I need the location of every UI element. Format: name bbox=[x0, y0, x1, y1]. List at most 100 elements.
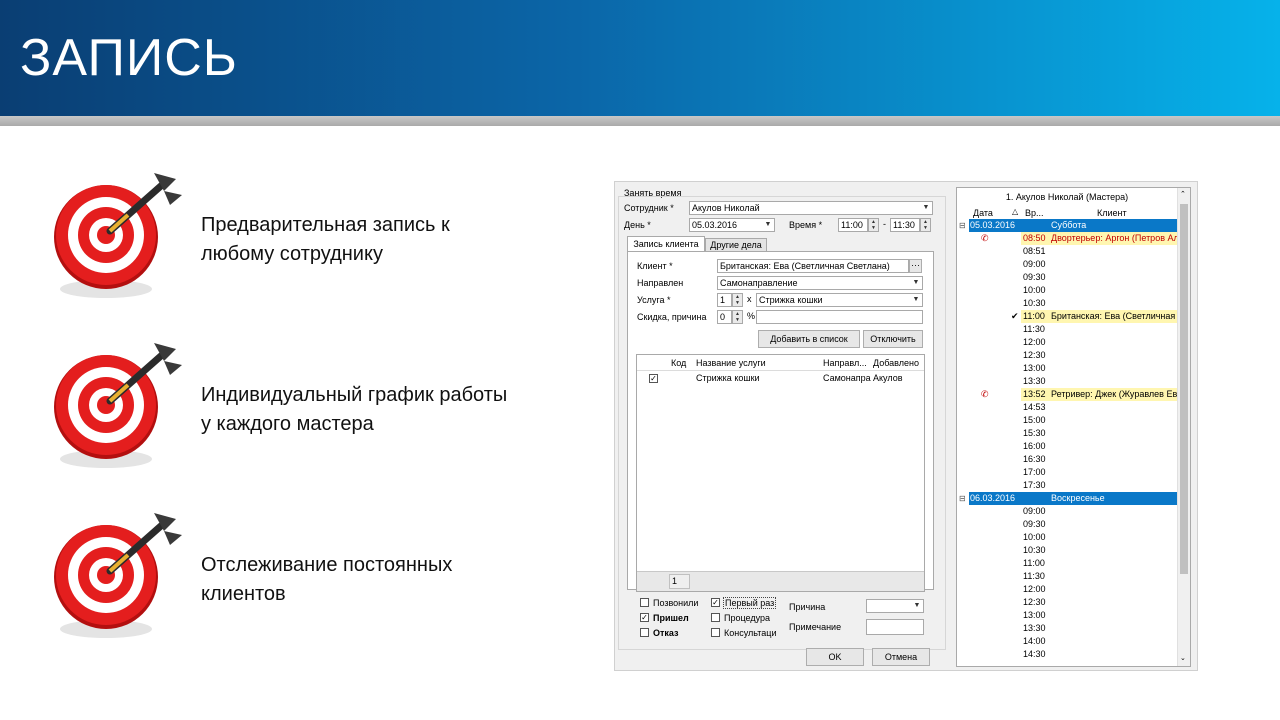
schedule-row[interactable]: 17:30 bbox=[957, 479, 1179, 492]
scrollbar-thumb[interactable] bbox=[1180, 204, 1188, 574]
schedule-row[interactable]: 14:53 bbox=[957, 401, 1179, 414]
direction-select[interactable]: Самонаправление ▼ bbox=[717, 276, 923, 290]
chevron-down-icon: ▼ bbox=[913, 602, 921, 609]
chevron-down-icon: ▼ bbox=[912, 296, 920, 303]
schedule-row[interactable]: 10:30 bbox=[957, 297, 1179, 310]
disable-button[interactable]: Отключить bbox=[863, 330, 923, 348]
schedule-row[interactable]: 16:00 bbox=[957, 440, 1179, 453]
chevron-down-icon: ▼ bbox=[764, 221, 772, 228]
slot-time: 11:00 bbox=[1023, 558, 1045, 568]
day-picker[interactable]: 05.03.2016 ▼ bbox=[689, 218, 775, 232]
ok-button[interactable]: OK bbox=[806, 648, 864, 666]
schedule-row[interactable]: 14:00 bbox=[957, 635, 1179, 648]
header-strip bbox=[0, 116, 1280, 126]
schedule-row[interactable]: 09:30 bbox=[957, 271, 1179, 284]
schedule-row[interactable]: 11:30 bbox=[957, 570, 1179, 583]
time-from-input[interactable]: 11:00 bbox=[838, 218, 868, 232]
service-qty-input[interactable]: 1 bbox=[717, 293, 732, 307]
discount-input[interactable]: 0 bbox=[717, 310, 732, 324]
day-label: День * bbox=[624, 220, 651, 230]
client-field[interactable]: Британская: Ева (Светличная Светлана) bbox=[717, 259, 909, 273]
schedule-row[interactable]: 13:30 bbox=[957, 622, 1179, 635]
service-select[interactable]: Стрижка кошки ▼ bbox=[756, 293, 923, 307]
schedule-row[interactable]: 09:30 bbox=[957, 518, 1179, 531]
collapse-icon[interactable]: ⊟ bbox=[959, 492, 966, 505]
time-to-input[interactable]: 11:30 bbox=[890, 218, 920, 232]
time-to-spinner[interactable]: ▲ ▼ bbox=[920, 218, 931, 232]
column-header-direction[interactable]: Направл... bbox=[823, 358, 867, 368]
schedule-row[interactable]: 10:00 bbox=[957, 284, 1179, 297]
first-time-checkbox[interactable]: ✓ bbox=[711, 598, 720, 607]
column-header-name[interactable]: Название услуги bbox=[696, 358, 766, 368]
feature-text: Предварительная запись к любому сотрудни… bbox=[201, 214, 450, 265]
day-group-header[interactable]: ⊟ 06.03.2016 Воскресенье bbox=[957, 492, 1179, 505]
schedule-row[interactable]: 13:00 bbox=[957, 609, 1179, 622]
column-header-code[interactable]: Код bbox=[671, 358, 686, 368]
refused-checkbox[interactable] bbox=[640, 628, 649, 637]
time-label: Время * bbox=[789, 220, 823, 230]
note-input[interactable] bbox=[866, 619, 924, 635]
cancel-button[interactable]: Отмена bbox=[872, 648, 930, 666]
schedule-row[interactable]: 08:51 bbox=[957, 245, 1179, 258]
reason-select[interactable]: ▼ bbox=[866, 599, 924, 613]
schedule-row[interactable]: ✆ 08:50 Двортерьер: Аргон (Петров Ал bbox=[957, 232, 1179, 245]
schedule-row[interactable]: 16:30 bbox=[957, 453, 1179, 466]
schedule-row[interactable]: 10:00 bbox=[957, 531, 1179, 544]
scroll-down-icon[interactable]: ⌄ bbox=[1180, 654, 1186, 662]
time-from-spinner[interactable]: ▲ ▼ bbox=[868, 218, 879, 232]
add-to-list-button[interactable]: Добавить в список bbox=[758, 330, 860, 348]
scroll-up-icon[interactable]: ⌃ bbox=[1180, 190, 1186, 198]
schedule-row[interactable]: 10:30 bbox=[957, 544, 1179, 557]
tab-other-tasks[interactable]: Другие дела bbox=[705, 238, 767, 252]
slide-title: ЗАПИСЬ bbox=[20, 29, 238, 87]
schedule-list: ⊟ 05.03.2016 Суббота ✆ 08:50 Двортерьер: Арго… bbox=[957, 219, 1179, 666]
column-header-time[interactable]: Вр... bbox=[1025, 208, 1044, 218]
slot-time: 09:00 bbox=[1023, 259, 1046, 269]
schedule-row[interactable]: ✔ 11:00 Британская: Ева (Светличная bbox=[957, 310, 1179, 323]
schedule-row[interactable]: 17:00 bbox=[957, 466, 1179, 479]
day-weekday: Воскресенье bbox=[1051, 493, 1105, 503]
table-row[interactable]: ✓ Стрижка кошки Самонапра Акулов bbox=[637, 372, 924, 385]
discount-reason-input[interactable] bbox=[756, 310, 923, 324]
slot-time: 12:30 bbox=[1023, 350, 1046, 360]
schedule-row[interactable]: 14:30 bbox=[957, 648, 1179, 661]
schedule-row[interactable]: 11:30 bbox=[957, 323, 1179, 336]
schedule-row[interactable]: 09:00 bbox=[957, 258, 1179, 271]
column-header-added[interactable]: Добавлено bbox=[873, 358, 919, 368]
collapse-icon[interactable]: ⊟ bbox=[959, 219, 966, 232]
column-header-client[interactable]: Клиент bbox=[1097, 208, 1127, 218]
procedure-checkbox[interactable] bbox=[711, 613, 720, 622]
client-browse-button[interactable]: ··· bbox=[909, 259, 922, 273]
schedule-row[interactable]: 13:00 bbox=[957, 362, 1179, 375]
slot-time: 16:00 bbox=[1023, 441, 1046, 451]
schedule-row[interactable]: 13:30 bbox=[957, 375, 1179, 388]
schedule-row[interactable]: 12:00 bbox=[957, 583, 1179, 596]
feature-text: Отслеживание постоянных клиентов bbox=[201, 554, 453, 605]
came-checkbox[interactable]: ✓ bbox=[640, 613, 649, 622]
target-icon bbox=[54, 343, 182, 468]
tab-client-booking[interactable]: Запись клиента bbox=[627, 236, 705, 252]
consult-checkbox[interactable] bbox=[711, 628, 720, 637]
called-checkbox[interactable] bbox=[640, 598, 649, 607]
service-qty-spinner[interactable]: ▲ ▼ bbox=[732, 293, 743, 307]
schedule-row[interactable]: 12:30 bbox=[957, 349, 1179, 362]
schedule-row[interactable]: ✆ 13:52 Ретривер: Джек (Журавлев Ев bbox=[957, 388, 1179, 401]
row-checkbox[interactable]: ✓ bbox=[649, 374, 658, 383]
scrollbar[interactable]: ⌃ ⌄ bbox=[1177, 188, 1190, 666]
schedule-row[interactable]: 15:30 bbox=[957, 427, 1179, 440]
schedule-row[interactable]: 09:00 bbox=[957, 505, 1179, 518]
employee-select[interactable]: Акулов Николай ▼ bbox=[689, 201, 933, 215]
discount-spinner[interactable]: ▲ ▼ bbox=[732, 310, 743, 324]
schedule-row[interactable]: 12:00 bbox=[957, 336, 1179, 349]
day-group-header[interactable]: ⊟ 05.03.2016 Суббота bbox=[957, 219, 1179, 232]
slot-time: 11:00 bbox=[1023, 311, 1045, 321]
first-time-label: Первый раз bbox=[723, 597, 777, 609]
column-header-date[interactable]: Дата bbox=[973, 208, 993, 218]
slot-time: 17:30 bbox=[1023, 480, 1046, 490]
schedule-row[interactable]: 15:00 bbox=[957, 414, 1179, 427]
day-weekday: Суббота bbox=[1051, 220, 1087, 230]
time-dash: - bbox=[883, 219, 886, 229]
schedule-row[interactable]: 11:00 bbox=[957, 557, 1179, 570]
schedule-row[interactable]: 12:30 bbox=[957, 596, 1179, 609]
feature-item: Отслеживание постоянных клиентов bbox=[50, 505, 550, 645]
